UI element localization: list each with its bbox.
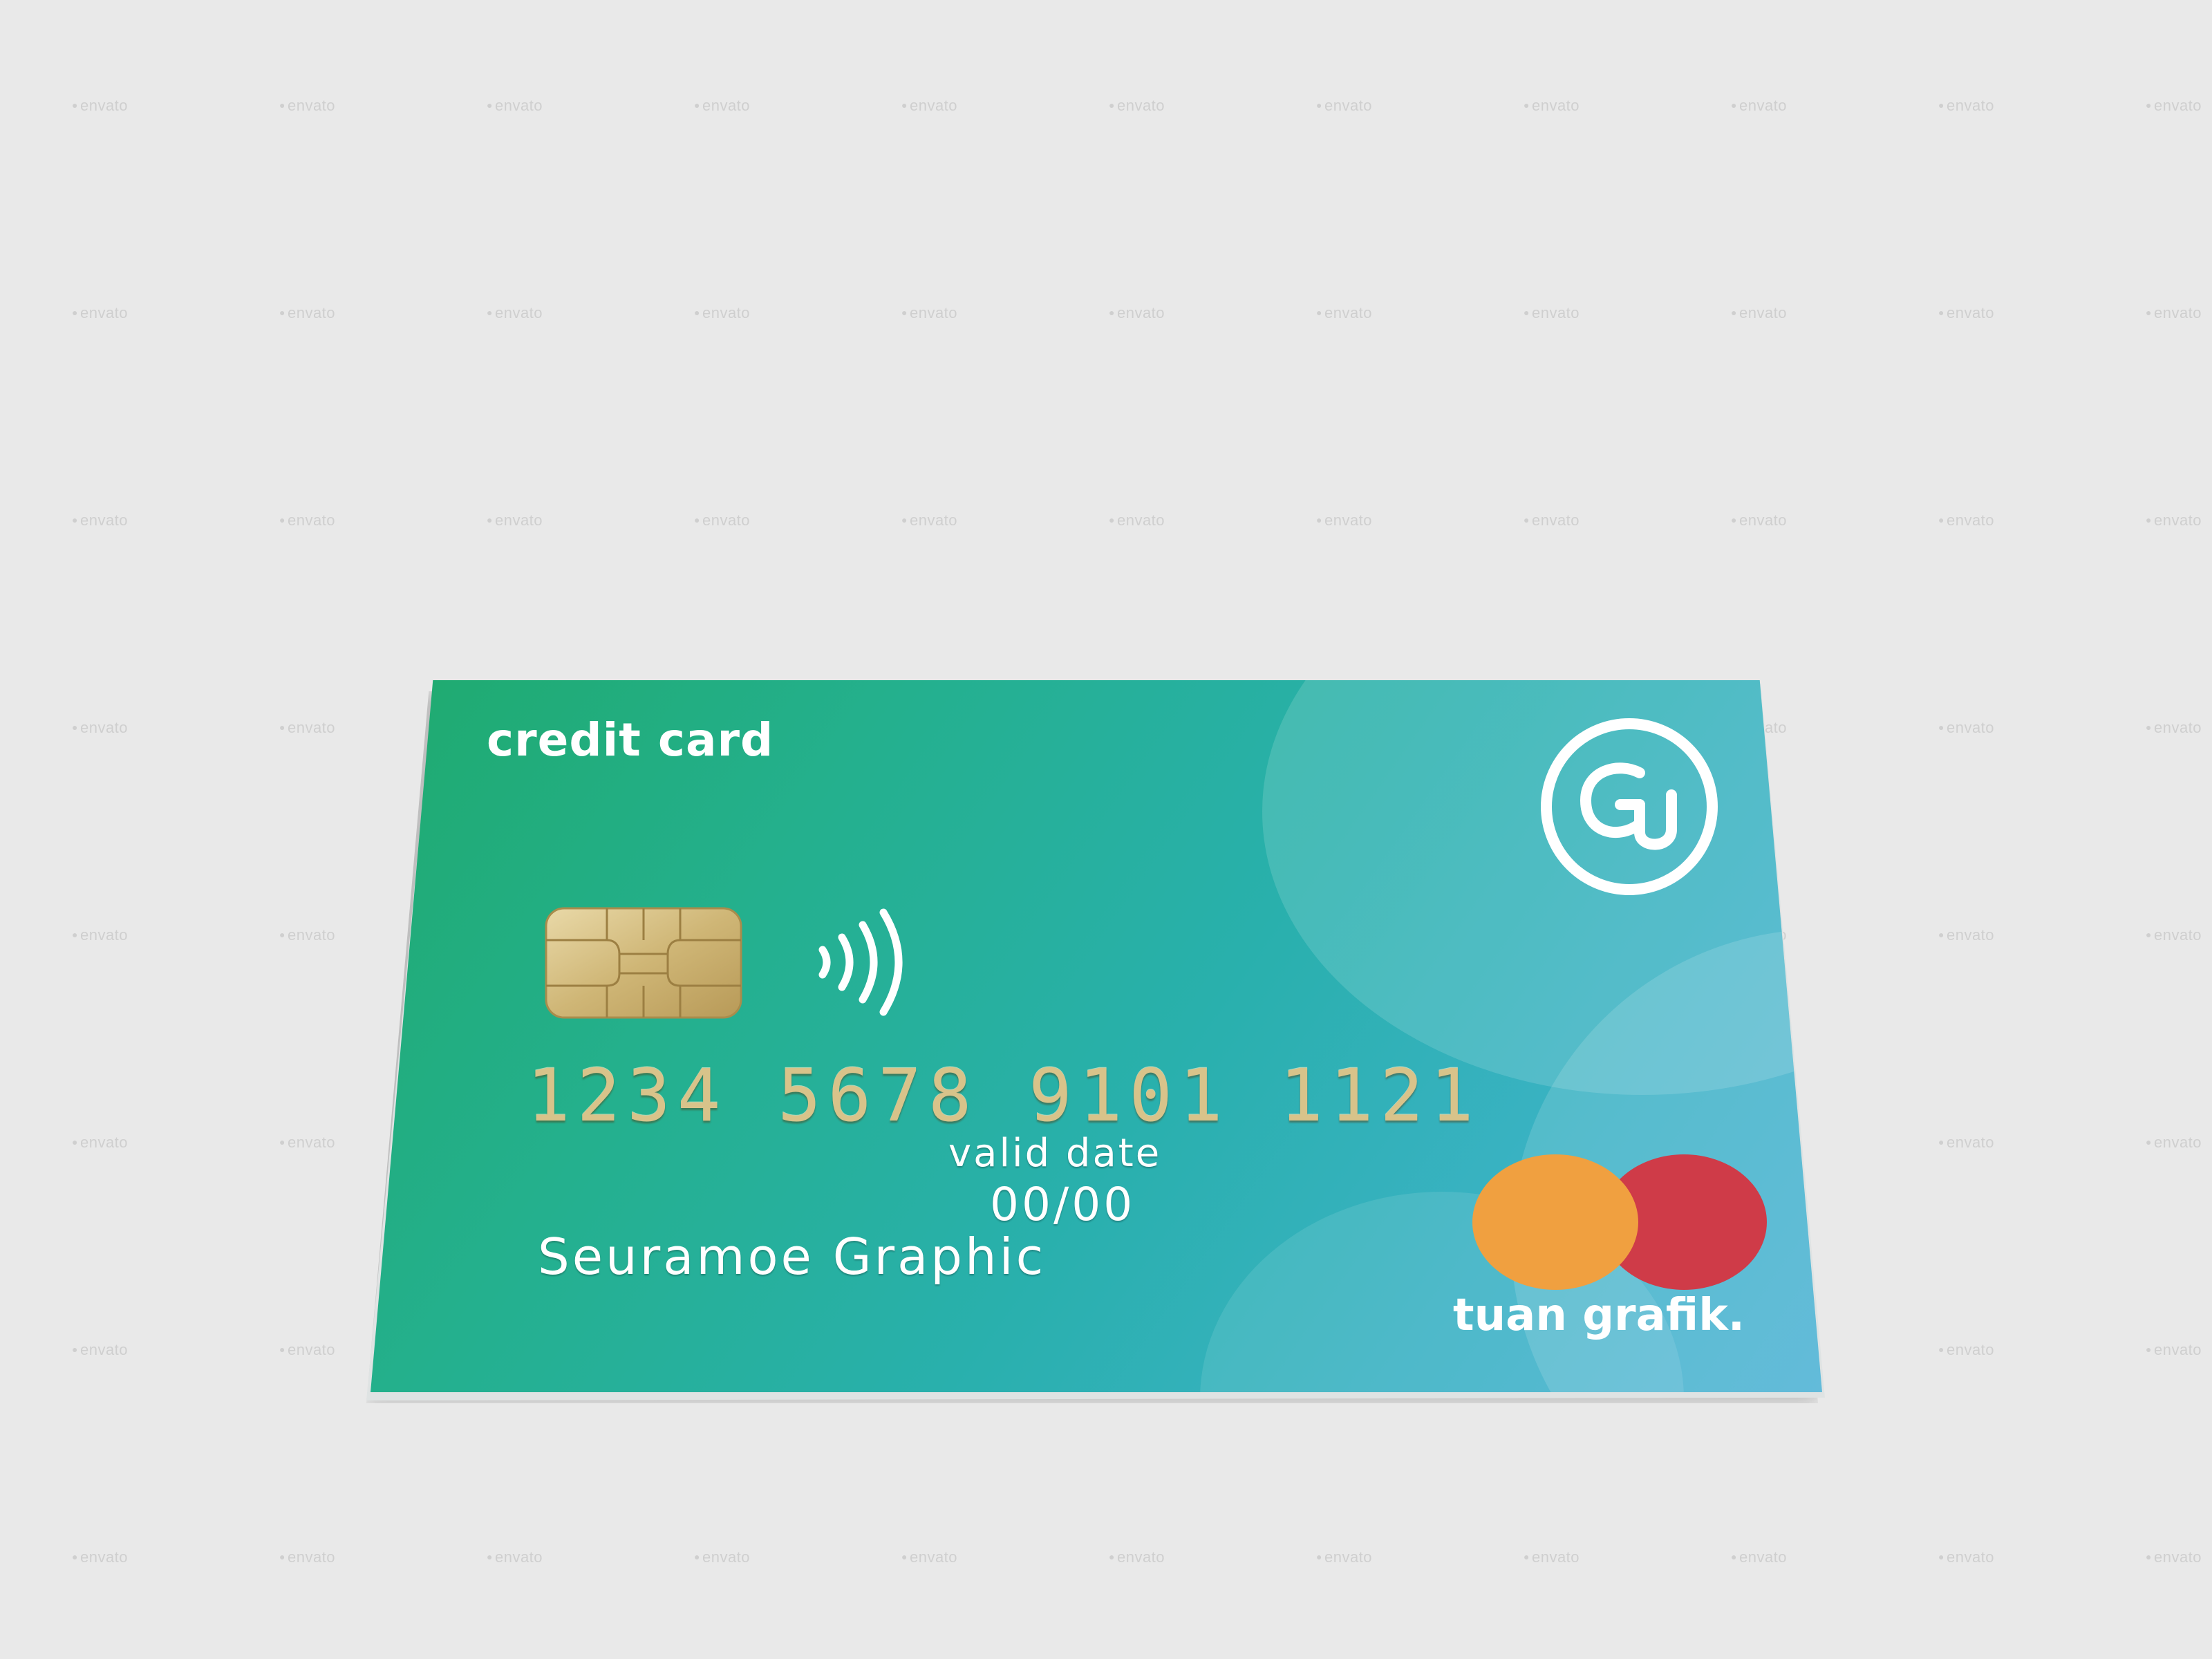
watermark-text: envato bbox=[1109, 304, 1165, 322]
watermark-text: envato bbox=[279, 719, 335, 737]
watermark-text: envato bbox=[72, 304, 128, 322]
watermark-text: envato bbox=[487, 1548, 543, 1566]
watermark-text: envato bbox=[72, 512, 128, 529]
watermark-text: envato bbox=[279, 1134, 335, 1152]
watermark-text: envato bbox=[901, 512, 957, 529]
watermark-text: envato bbox=[1316, 1548, 1372, 1566]
watermark-text: envato bbox=[2146, 719, 2202, 737]
watermark-text: envato bbox=[1524, 304, 1580, 322]
card-number: 1234 5678 9101 1121 bbox=[527, 1053, 1481, 1138]
card-holder-name: Seuramoe Graphic bbox=[538, 1228, 1047, 1286]
watermark-text: envato bbox=[1731, 304, 1787, 322]
watermark-text: envato bbox=[2146, 1341, 2202, 1359]
card-brand: tuan grafik. bbox=[1453, 1290, 1745, 1341]
gt-monogram-icon bbox=[1541, 718, 1718, 895]
valid-date-label: valid date bbox=[948, 1131, 1162, 1176]
watermark-text: envato bbox=[901, 304, 957, 322]
watermark-text: envato bbox=[1938, 97, 1994, 115]
watermark-text: envato bbox=[279, 304, 335, 322]
watermark-text: envato bbox=[72, 97, 128, 115]
credit-card: credit card 1234 5678 9101 1121 valid da… bbox=[371, 680, 1822, 1392]
watermark-text: envato bbox=[1316, 304, 1372, 322]
watermark-text: envato bbox=[1731, 97, 1787, 115]
watermark-text: envato bbox=[487, 304, 543, 322]
watermark-text: envato bbox=[1109, 1548, 1165, 1566]
watermark-text: envato bbox=[1109, 512, 1165, 529]
watermark-text: envato bbox=[901, 1548, 957, 1566]
watermark-text: envato bbox=[1938, 512, 1994, 529]
watermark-text: envato bbox=[694, 97, 750, 115]
watermark-text: envato bbox=[901, 97, 957, 115]
valid-date-value: 00/00 bbox=[990, 1178, 1136, 1231]
emv-chip-icon bbox=[545, 907, 742, 1019]
watermark-text: envato bbox=[487, 97, 543, 115]
watermark-text: envato bbox=[1524, 97, 1580, 115]
watermark-text: envato bbox=[279, 97, 335, 115]
watermark-text: envato bbox=[72, 1134, 128, 1152]
watermark-text: envato bbox=[2146, 1548, 2202, 1566]
watermark-text: envato bbox=[279, 512, 335, 529]
watermark-text: envato bbox=[1524, 512, 1580, 529]
watermark-text: envato bbox=[72, 1341, 128, 1359]
watermark-text: envato bbox=[1938, 1341, 1994, 1359]
watermark-text: envato bbox=[279, 926, 335, 944]
watermark-text: envato bbox=[1938, 719, 1994, 737]
watermark-text: envato bbox=[1731, 512, 1787, 529]
watermark-text: envato bbox=[694, 1548, 750, 1566]
watermark-text: envato bbox=[2146, 1134, 2202, 1152]
watermark-text: envato bbox=[1938, 304, 1994, 322]
watermark-text: envato bbox=[1316, 97, 1372, 115]
watermark-text: envato bbox=[2146, 512, 2202, 529]
watermark-text: envato bbox=[1316, 512, 1372, 529]
watermark-text: envato bbox=[2146, 926, 2202, 944]
watermark-text: envato bbox=[279, 1341, 335, 1359]
watermark-text: envato bbox=[2146, 304, 2202, 322]
watermark-text: envato bbox=[487, 512, 543, 529]
watermark-text: envato bbox=[1731, 1548, 1787, 1566]
watermark-text: envato bbox=[279, 1548, 335, 1566]
contactless-icon bbox=[818, 908, 903, 1016]
watermark-text: envato bbox=[1938, 926, 1994, 944]
watermark-text: envato bbox=[72, 926, 128, 944]
card-network-circle-orange bbox=[1472, 1154, 1638, 1290]
watermark-text: envato bbox=[72, 719, 128, 737]
watermark-text: envato bbox=[1938, 1548, 1994, 1566]
watermark-text: envato bbox=[1938, 1134, 1994, 1152]
watermark-text: envato bbox=[72, 1548, 128, 1566]
watermark-text: envato bbox=[2146, 97, 2202, 115]
watermark-text: envato bbox=[1109, 97, 1165, 115]
watermark-text: envato bbox=[694, 304, 750, 322]
card-title: credit card bbox=[487, 713, 774, 767]
watermark-text: envato bbox=[1524, 1548, 1580, 1566]
watermark-text: envato bbox=[694, 512, 750, 529]
